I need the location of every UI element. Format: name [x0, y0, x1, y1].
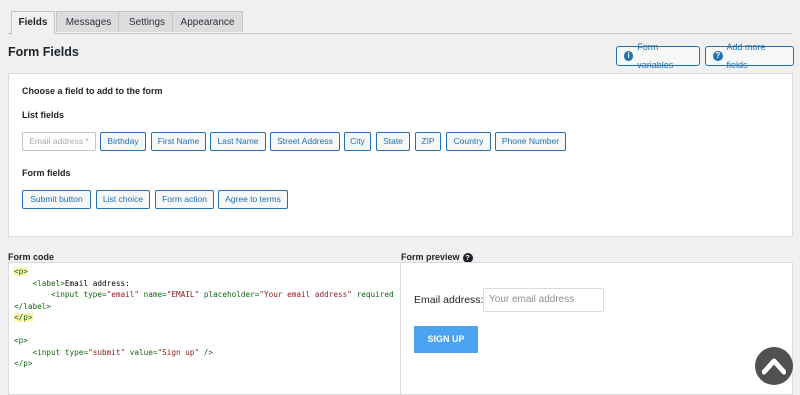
- preview-email-input[interactable]: Your email address: [483, 288, 604, 312]
- page-title: Form Fields: [8, 45, 79, 59]
- code-token: </p>: [14, 313, 33, 322]
- field-agree-to-terms[interactable]: Agree to terms: [218, 190, 288, 209]
- code-token: "email": [106, 290, 139, 299]
- code-token: type=: [83, 290, 107, 299]
- field-email-address: Email address *: [22, 132, 96, 151]
- field-submit-button[interactable]: Submit button: [22, 190, 91, 209]
- code-token: name=: [139, 290, 167, 299]
- code-token: <p>: [14, 336, 28, 345]
- code-token: type=: [64, 347, 89, 357]
- preview-email-label: Email address:: [414, 294, 484, 306]
- code-token: "EMAIL": [166, 290, 200, 299]
- field-phone-number[interactable]: Phone Number: [495, 132, 566, 151]
- code-line: <label>Email address:: [14, 278, 395, 290]
- code-token: <p>: [14, 267, 28, 276]
- tab-settings[interactable]: Settings: [118, 11, 176, 32]
- tab-appearance[interactable]: Appearance: [172, 11, 243, 32]
- code-token: value=: [125, 347, 158, 357]
- tab-fields[interactable]: Fields: [11, 11, 55, 34]
- code-token: placeholder=: [199, 290, 260, 299]
- tab-messages[interactable]: Messages: [56, 11, 121, 32]
- code-token: "Your email address": [259, 290, 352, 299]
- field-first-name[interactable]: First Name: [151, 132, 206, 151]
- form-code-editor[interactable]: <p> <label>Email address: <input type="e…: [8, 262, 400, 395]
- question-icon: ?: [713, 51, 723, 61]
- code-line: </p>: [14, 312, 395, 324]
- code-token: "Sign up": [157, 347, 200, 357]
- code-token: Email address:: [64, 278, 130, 288]
- field-last-name[interactable]: Last Name: [210, 132, 266, 151]
- field-list-choice[interactable]: List choice: [96, 190, 150, 209]
- form-preview-label: Form preview: [401, 252, 460, 262]
- field-street-address[interactable]: Street Address: [270, 132, 340, 151]
- add-more-fields-button[interactable]: ? Add more fields: [705, 42, 794, 70]
- field-state[interactable]: State: [376, 132, 410, 151]
- code-line: <input type="email" name="EMAIL" placeho…: [14, 289, 395, 301]
- code-line: <p>: [14, 266, 395, 278]
- form-fields-heading: Form fields: [22, 168, 71, 178]
- code-token: />: [199, 347, 214, 357]
- code-line: <input type="submit" value="Sign up" />: [14, 347, 395, 359]
- preview-signup-button[interactable]: SIGN UP: [414, 326, 478, 353]
- field-birthday[interactable]: Birthday: [100, 132, 146, 151]
- code-token: required: [351, 290, 394, 299]
- tab-bar: Fields Messages Settings Appearance: [8, 11, 792, 34]
- field-form-action[interactable]: Form action: [155, 190, 214, 209]
- field-chooser-panel: Choose a field to add to the form List f…: [8, 73, 793, 237]
- form-code-label: Form code: [8, 252, 55, 262]
- code-token: "submit": [88, 347, 126, 357]
- code-token: </p>: [14, 359, 33, 368]
- code-line: <p>: [14, 335, 395, 347]
- code-token: <label>: [32, 278, 65, 288]
- code-token: <input: [51, 290, 84, 299]
- choose-heading: Choose a field to add to the form: [22, 86, 163, 96]
- field-city[interactable]: City: [344, 132, 371, 151]
- chevron-up-icon: [762, 358, 786, 375]
- code-line: </p>: [14, 358, 395, 370]
- list-fields-heading: List fields: [22, 110, 65, 120]
- form-variables-label: Form variables: [637, 42, 674, 70]
- form-variables-button[interactable]: i Form variables: [616, 42, 700, 70]
- code-token: </label>: [14, 301, 52, 311]
- form-preview-pane: Email address: Your email address SIGN U…: [400, 262, 793, 395]
- field-zip[interactable]: ZIP: [415, 132, 441, 151]
- info-icon: i: [624, 51, 634, 61]
- code-line: </label>: [14, 301, 395, 313]
- field-country[interactable]: Country: [446, 132, 491, 151]
- code-token: <input: [32, 347, 65, 357]
- add-more-fields-label: Add more fields: [726, 42, 766, 70]
- scroll-to-top-button[interactable]: [755, 347, 793, 385]
